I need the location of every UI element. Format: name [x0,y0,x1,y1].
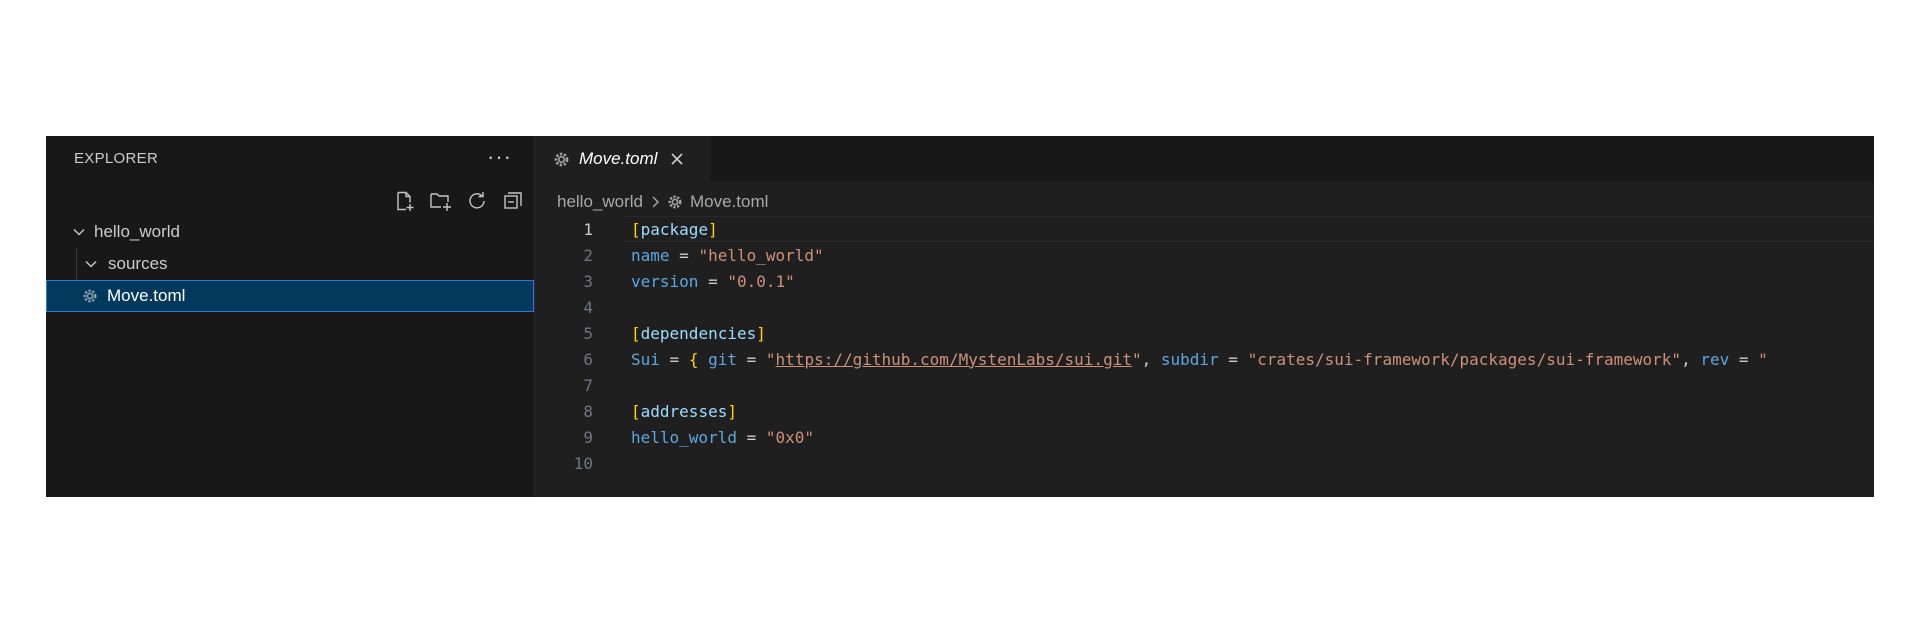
code-line: 4 [535,294,1874,320]
refresh-icon [469,192,485,209]
code-line: 7 [535,372,1874,398]
code-line: 8 [addresses] [535,398,1874,424]
line-number: 8 [583,401,593,421]
line-number: 5 [583,323,593,343]
editor-area: Move.toml hello_world Move.toml 1 [packa… [535,136,1874,497]
tree-item-sources[interactable]: sources [46,248,534,280]
line-number: 7 [583,375,593,395]
code-line: 10 [535,450,1874,476]
explorer-actions [392,188,526,214]
new-file-button[interactable] [392,188,418,214]
line-number: 9 [583,427,593,447]
code-line: 2 name = "hello_world" [535,242,1874,268]
line-text: name = "hello_world" [631,245,824,265]
close-icon[interactable] [669,151,685,167]
code-line: 6 Sui = { git = "https://github.com/Myst… [535,346,1874,372]
tree-item-label: hello_world [94,222,180,241]
line-text: [package] [631,219,718,239]
breadcrumb-folder[interactable]: hello_world [557,192,643,212]
chevron-down-icon [82,255,100,273]
breadcrumb: hello_world Move.toml [557,190,768,214]
line-number: 2 [583,245,593,265]
code-line: 1 [package] [535,216,1874,242]
line-number: 1 [583,219,593,239]
line-text: hello_world = "0x0" [631,427,815,447]
url-link[interactable]: https://github.com/MystenLabs/sui.git [776,350,1132,369]
tab-label: Move.toml [579,149,658,168]
explorer-title: EXPLORER [74,150,159,167]
line-number: 4 [583,297,593,317]
line-text: version = "0.0.1" [631,271,795,291]
explorer-sidebar: EXPLORER ··· hello_world sources Move.to… [46,136,535,497]
tab-bar: Move.toml [535,136,1874,182]
line-number: 3 [583,271,593,291]
code-line: 9 hello_world = "0x0" [535,424,1874,450]
code-line: 3 version = "0.0.1" [535,268,1874,294]
line-text: [dependencies] [631,323,766,343]
new-file-icon [397,191,414,211]
explorer-header: EXPLORER ··· [46,136,534,182]
chevron-down-icon [70,223,88,241]
tab-move-toml[interactable]: Move.toml [535,136,711,182]
line-text: [addresses] [631,401,737,421]
vscode-window: EXPLORER ··· hello_world sources Move.to… [46,136,1874,497]
tree-item-label: Move.toml [107,286,186,305]
gear-icon [81,287,99,305]
tree-item-hello-world[interactable]: hello_world [46,216,534,248]
refresh-button[interactable] [464,188,490,214]
line-number: 6 [583,349,593,369]
more-actions-button[interactable]: ··· [487,144,512,170]
breadcrumb-file[interactable]: Move.toml [690,192,768,212]
line-text: Sui = { git = "https://github.com/Mysten… [631,349,1768,369]
collapse-all-button[interactable] [500,188,526,214]
tree-item-move-toml[interactable]: Move.toml [46,280,534,312]
line-number: 10 [573,453,593,473]
gear-icon [667,194,683,210]
new-folder-icon [430,193,451,211]
collapse-all-icon [504,192,522,209]
tree-item-label: sources [108,254,168,273]
new-folder-button[interactable] [428,188,454,214]
chevron-right-icon [650,195,660,209]
code-line: 5 [dependencies] [535,320,1874,346]
gear-icon [553,151,570,168]
